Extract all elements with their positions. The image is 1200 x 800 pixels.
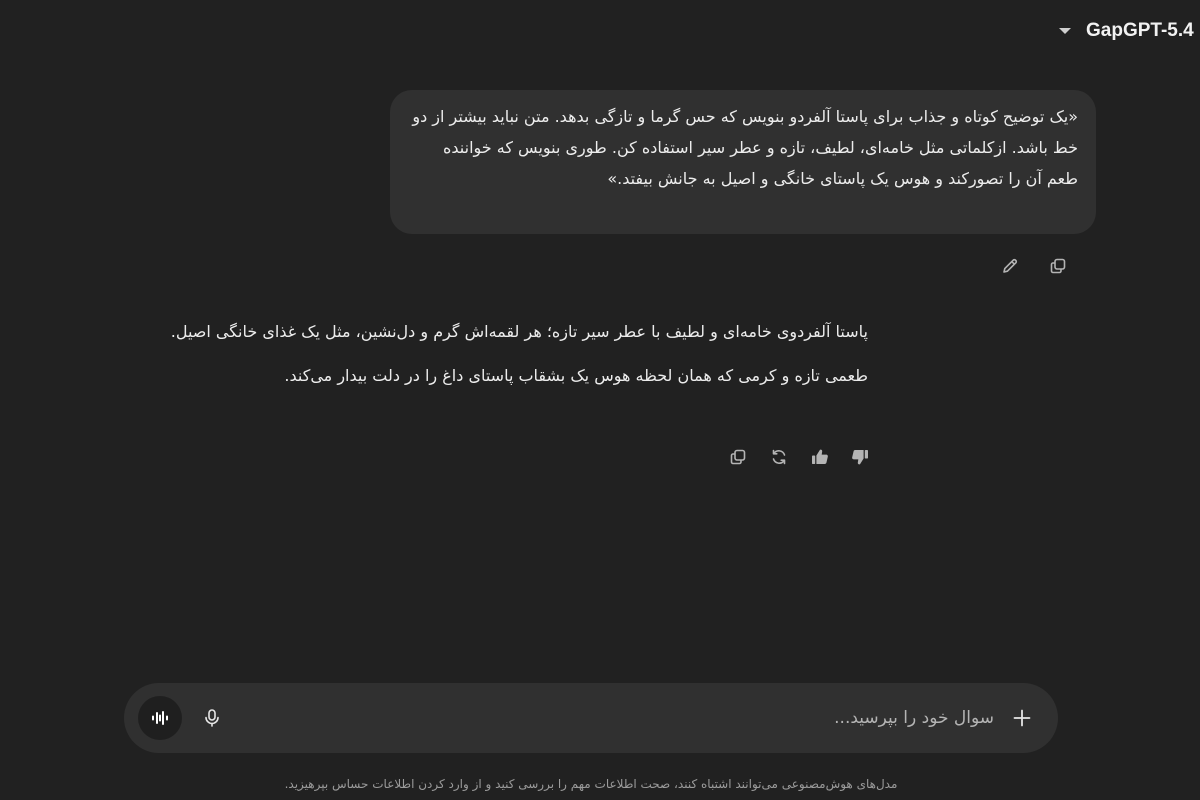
assistant-line-1: پاستا آلفردوی خامه‌ای و لطیف با عطر سیر … [170, 322, 868, 341]
like-button[interactable] [804, 441, 836, 473]
model-name: GapGPT-5.4 [1086, 20, 1194, 41]
assistant-message: پاستا آلفردوی خامه‌ای و لطیف با عطر سیر … [88, 318, 868, 406]
dictate-button[interactable] [196, 702, 228, 734]
copy-icon [728, 447, 748, 467]
prompt-input[interactable] [384, 699, 994, 737]
voice-waveform-icon [150, 708, 170, 728]
attach-button[interactable] [1006, 702, 1038, 734]
edit-message-button[interactable] [994, 250, 1026, 282]
model-selector[interactable]: GapGPT-5.4 [1054, 20, 1194, 42]
pencil-icon [1000, 256, 1020, 276]
dislike-button[interactable] [844, 441, 876, 473]
user-message-text: «یک توضیح کوتاه و جذاب برای پاستا آلفردو… [412, 107, 1078, 188]
copy-icon [1048, 256, 1068, 276]
regenerate-button[interactable] [763, 441, 795, 473]
chevron-down-icon [1054, 20, 1076, 42]
voice-mode-button[interactable] [138, 696, 182, 740]
user-message-bubble: «یک توضیح کوتاه و جذاب برای پاستا آلفردو… [390, 90, 1096, 234]
refresh-icon [769, 447, 789, 467]
microphone-icon [202, 708, 222, 728]
composer [124, 683, 1058, 753]
plus-icon [1012, 708, 1032, 728]
disclaimer: مدل‌های هوش‌مصنوعی می‌توانند اشتباه کنند… [284, 777, 898, 791]
copy-response-button[interactable] [722, 441, 754, 473]
assistant-line-2: طعمی تازه و کرمی که همان لحظه هوس یک بشق… [284, 366, 868, 385]
thumbs-up-icon [810, 447, 830, 467]
thumbs-down-icon [850, 447, 870, 467]
copy-prompt-button[interactable] [1042, 250, 1074, 282]
